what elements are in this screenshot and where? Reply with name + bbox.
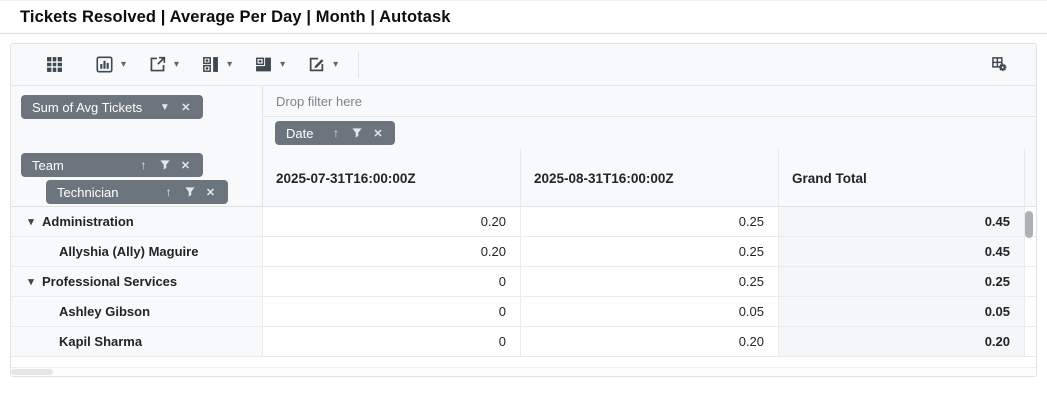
filter-icon[interactable] bbox=[348, 125, 365, 142]
column-header-grand-total: Grand Total bbox=[779, 149, 1025, 207]
rows-chip-label: Team bbox=[32, 157, 64, 173]
formatting-icon[interactable] bbox=[303, 52, 329, 78]
values-chip-label: Sum of Avg Tickets bbox=[32, 99, 143, 115]
columns-chip[interactable]: Date ↑ ✕ bbox=[275, 121, 396, 145]
grand-total-icon[interactable] bbox=[250, 52, 276, 78]
value-cell: 0.20 bbox=[263, 207, 521, 236]
row-label: Administration bbox=[42, 214, 134, 229]
sub-total-icon[interactable] bbox=[197, 52, 223, 78]
grid-view-icon[interactable] bbox=[41, 52, 67, 78]
toolbar-separator bbox=[358, 51, 360, 78]
value-cell: 0 bbox=[263, 267, 521, 296]
sort-icon[interactable]: ↑ bbox=[327, 125, 344, 142]
pivot-widget: ▾ ▾ ▾ ▾ ▾ Sum of Avg Tickets ▼ ✕ Drop fi… bbox=[10, 43, 1037, 377]
row-header-parent[interactable]: ▾ Administration bbox=[11, 207, 263, 236]
sub-total-dropdown-icon[interactable]: ▾ bbox=[227, 52, 232, 78]
chart-view-dropdown-icon[interactable]: ▾ bbox=[121, 52, 126, 78]
page-title: Tickets Resolved | Average Per Day | Mon… bbox=[20, 7, 451, 26]
row-label: Ashley Gibson bbox=[59, 304, 151, 319]
title-bar: Tickets Resolved | Average Per Day | Mon… bbox=[0, 1, 1047, 34]
scroll-gutter bbox=[1025, 267, 1036, 296]
export-icon[interactable] bbox=[144, 52, 170, 78]
grand-total-cell: 0.45 bbox=[779, 237, 1025, 266]
grand-total-cell: 0.05 bbox=[779, 297, 1025, 326]
value-cell: 0.20 bbox=[521, 327, 779, 356]
sort-icon[interactable]: ↑ bbox=[135, 157, 152, 174]
table-row: Allyshia (Ally) Maguire 0.20 0.25 0.45 bbox=[11, 237, 1036, 267]
remove-icon[interactable]: ✕ bbox=[177, 99, 194, 116]
scroll-gutter bbox=[1025, 327, 1036, 356]
row-header-child[interactable]: Allyshia (Ally) Maguire bbox=[11, 237, 263, 266]
formatting-dropdown-icon[interactable]: ▾ bbox=[333, 52, 338, 78]
filter-icon[interactable] bbox=[181, 184, 198, 201]
rows-chip-team[interactable]: Team ↑ ✕ bbox=[21, 153, 203, 177]
grand-total-cell: 0.25 bbox=[779, 267, 1025, 296]
row-header-parent[interactable]: ▾ Professional Services bbox=[11, 267, 263, 296]
scroll-gutter bbox=[1025, 297, 1036, 326]
filters-drop-label: Drop filter here bbox=[276, 93, 362, 109]
pivot-body: ▾ Administration 0.20 0.25 0.45 Allyshia (All… bbox=[11, 207, 1036, 357]
collapse-icon[interactable]: ▾ bbox=[20, 275, 42, 288]
row-label: Allyshia (Ally) Maguire bbox=[59, 244, 199, 259]
column-header: 2025-07-31T16:00:00Z bbox=[263, 149, 521, 207]
remove-icon[interactable]: ✕ bbox=[369, 125, 386, 142]
sort-icon[interactable]: ↑ bbox=[160, 184, 177, 201]
vertical-scrollbar-thumb[interactable] bbox=[1025, 211, 1033, 238]
value-cell: 0 bbox=[263, 297, 521, 326]
table-row: Ashley Gibson 0 0.05 0.05 bbox=[11, 297, 1036, 327]
row-header-child[interactable]: Kapil Sharma bbox=[11, 327, 263, 356]
values-axis[interactable]: Sum of Avg Tickets ▼ ✕ bbox=[11, 86, 263, 149]
rows-axis[interactable]: Team ↑ ✕ Technician ↑ ✕ bbox=[11, 149, 263, 207]
columns-chip-label: Date bbox=[286, 125, 314, 141]
rows-chip-label: Technician bbox=[57, 184, 119, 200]
value-cell: 0.25 bbox=[521, 267, 779, 296]
scroll-gutter bbox=[1025, 149, 1036, 207]
export-dropdown-icon[interactable]: ▾ bbox=[174, 52, 179, 78]
value-cell: 0.20 bbox=[263, 237, 521, 266]
column-header: 2025-08-31T16:00:00Z bbox=[521, 149, 779, 207]
grand-total-dropdown-icon[interactable]: ▾ bbox=[280, 52, 285, 78]
pivot-toolbar: ▾ ▾ ▾ ▾ ▾ bbox=[11, 44, 1036, 86]
horizontal-scrollbar bbox=[11, 367, 1036, 376]
value-cell: 0.05 bbox=[521, 297, 779, 326]
table-row: ▾ Professional Services 0 0.25 0.25 bbox=[11, 267, 1036, 297]
chart-view-icon[interactable] bbox=[91, 52, 117, 78]
columns-axis[interactable]: Date ↑ ✕ bbox=[263, 117, 1036, 149]
value-cell: 0 bbox=[263, 327, 521, 356]
collapse-icon[interactable]: ▾ bbox=[20, 215, 42, 228]
grand-total-cell: 0.45 bbox=[779, 207, 1025, 236]
filters-drop-zone[interactable]: Drop filter here bbox=[263, 86, 1036, 117]
field-list-icon[interactable] bbox=[986, 52, 1012, 78]
row-label: Professional Services bbox=[42, 274, 178, 289]
rows-chip-technician[interactable]: Technician ↑ ✕ bbox=[46, 180, 228, 204]
grand-total-cell: 0.20 bbox=[779, 327, 1025, 356]
remove-icon[interactable]: ✕ bbox=[202, 184, 219, 201]
row-header-child[interactable]: Ashley Gibson bbox=[11, 297, 263, 326]
horizontal-scrollbar-thumb[interactable] bbox=[11, 369, 53, 375]
values-chip[interactable]: Sum of Avg Tickets ▼ ✕ bbox=[21, 95, 204, 119]
chevron-down-icon[interactable]: ▼ bbox=[156, 99, 173, 116]
value-cell: 0.25 bbox=[521, 237, 779, 266]
table-row: ▾ Administration 0.20 0.25 0.45 bbox=[11, 207, 1036, 237]
table-header-row: Team ↑ ✕ Technician ↑ ✕ 2025-07-31T16:00… bbox=[11, 149, 1036, 207]
grouping-bar: Sum of Avg Tickets ▼ ✕ Drop filter here … bbox=[11, 86, 1036, 149]
remove-icon[interactable]: ✕ bbox=[177, 157, 194, 174]
scroll-gutter bbox=[1025, 237, 1036, 266]
table-row: Kapil Sharma 0 0.20 0.20 bbox=[11, 327, 1036, 357]
value-cell: 0.25 bbox=[521, 207, 779, 236]
filter-icon[interactable] bbox=[156, 157, 173, 174]
row-label: Kapil Sharma bbox=[59, 334, 143, 349]
